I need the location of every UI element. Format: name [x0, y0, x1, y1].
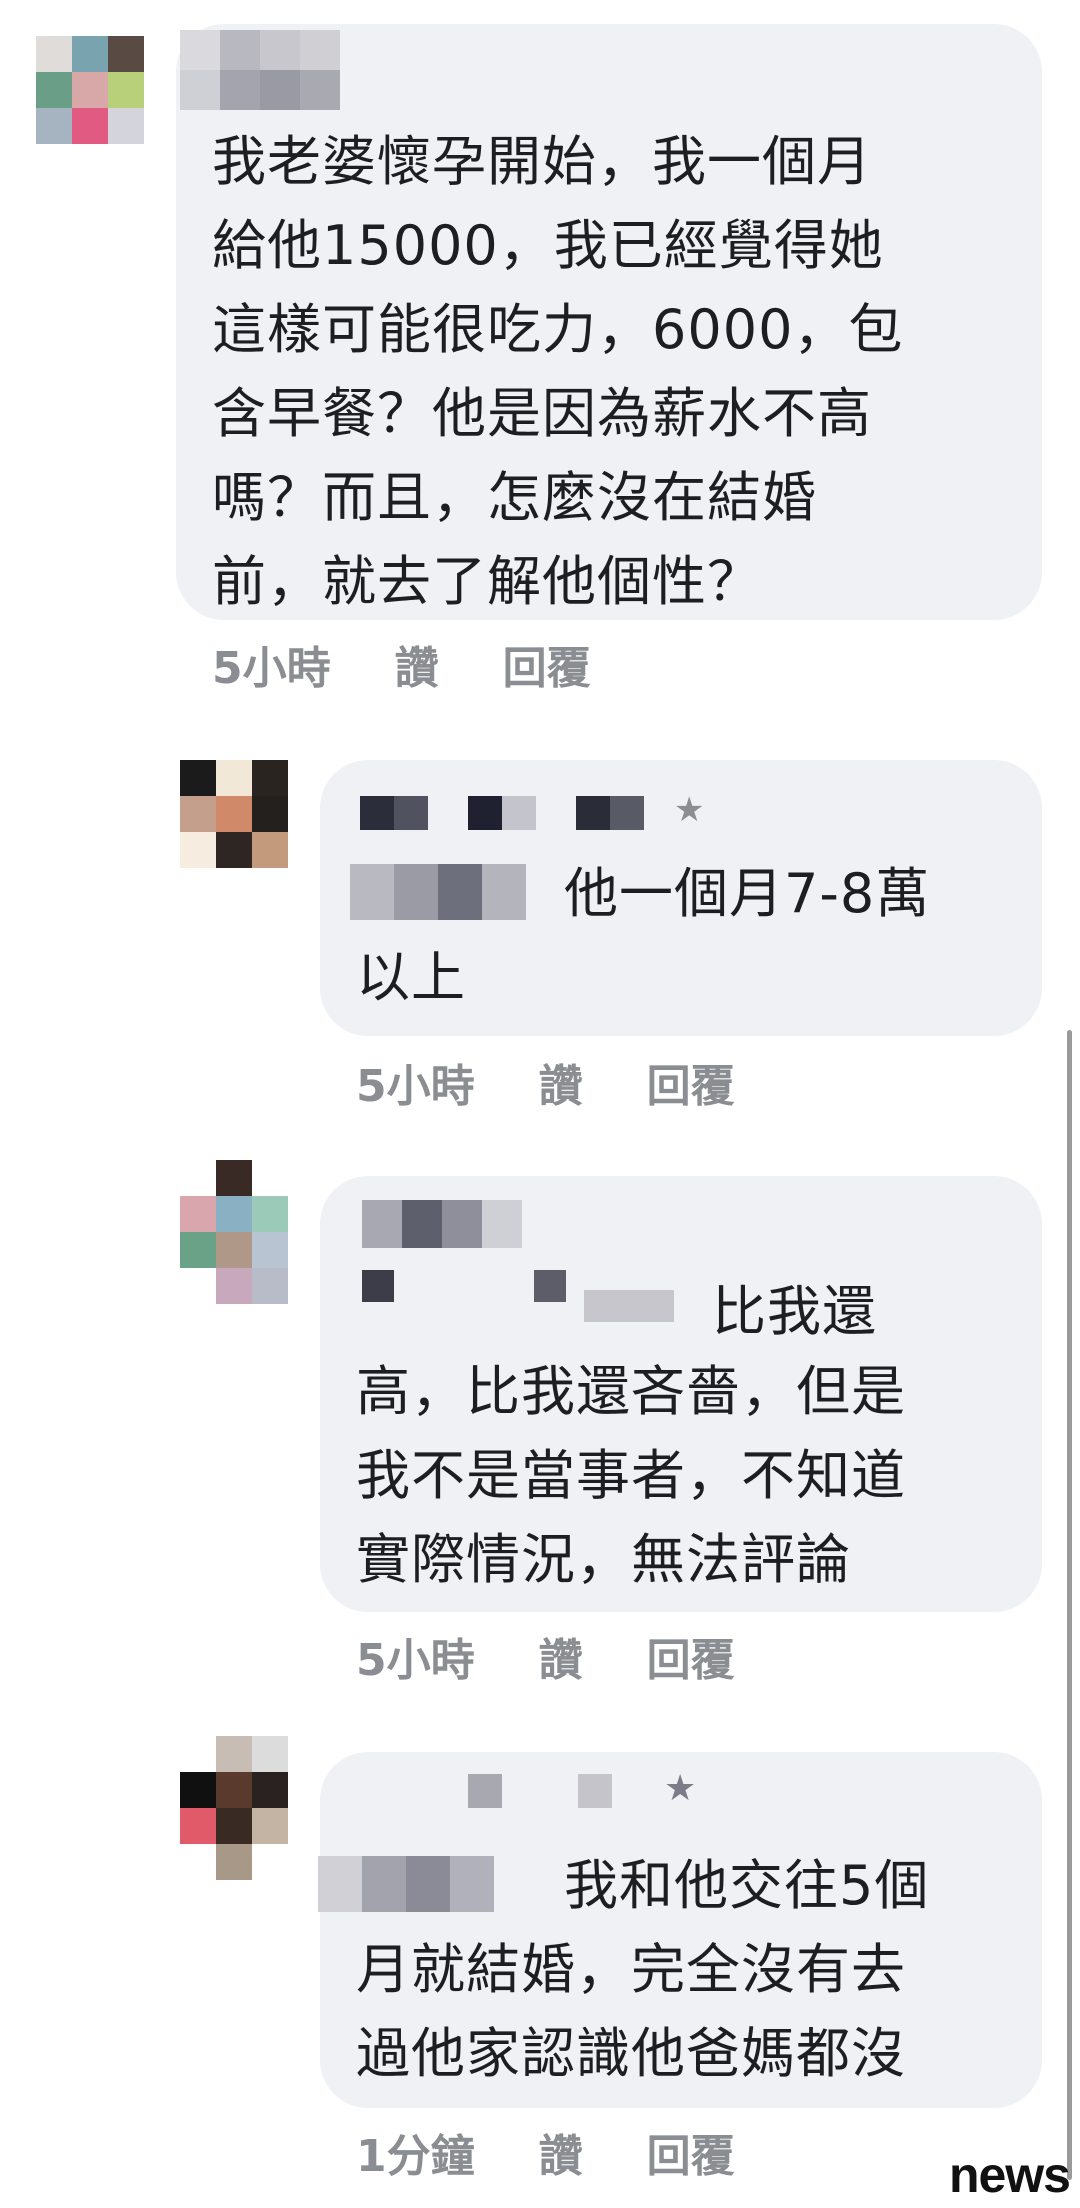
commenter-name-redacted[interactable]: [180, 30, 340, 70]
avatar[interactable]: [180, 1160, 288, 1268]
commenter-name-redacted: [362, 1270, 674, 1322]
commenter-name-redacted[interactable]: [360, 796, 644, 830]
comment-timestamp[interactable]: 5小時: [356, 1050, 475, 1114]
comment-timestamp[interactable]: 1分鐘: [356, 2120, 475, 2184]
commenter-name-redacted[interactable]: [468, 1774, 612, 1808]
watermark-logo: news: [948, 2147, 1071, 2203]
comment-text: 高，比我還吝嗇，但是 我不是當事者，不知道 實際情況，無法評論: [356, 1360, 906, 1591]
comment-text: 我老婆懷孕開始，我一個月 給他15000，我已經覺得她 這樣可能很吃力，6000…: [212, 130, 904, 613]
scrollbar[interactable]: [1067, 1030, 1072, 2180]
avatar[interactable]: [180, 760, 288, 868]
comment-text: 他一個月7-8萬 以上: [356, 862, 931, 1009]
commenter-name-redacted[interactable]: [362, 1200, 522, 1248]
reply-button[interactable]: 回覆: [647, 2120, 735, 2184]
star-icon: ★: [674, 790, 705, 830]
comment-actions: 5小時 讚 回覆: [356, 1050, 735, 1114]
avatar-extra-tile: [252, 1268, 288, 1304]
commenter-name-redacted: [180, 70, 340, 110]
comment-timestamp[interactable]: 5小時: [356, 1624, 475, 1688]
avatar[interactable]: [180, 1736, 288, 1844]
like-button[interactable]: 讚: [539, 1050, 583, 1114]
comment-text: 比我還: [712, 1280, 877, 1343]
comment-actions: 5小時 讚 回覆: [356, 1624, 735, 1688]
reply-button[interactable]: 回覆: [503, 632, 591, 696]
reply-button[interactable]: 回覆: [647, 1624, 735, 1688]
comment-actions: 5小時 讚 回覆: [212, 632, 591, 696]
avatar-extra-tile: [216, 1844, 252, 1880]
comment-timestamp[interactable]: 5小時: [212, 632, 331, 696]
star-icon: ★: [664, 1768, 697, 1809]
comment-actions: 1分鐘 讚 回覆: [356, 2120, 735, 2184]
like-button[interactable]: 讚: [539, 1624, 583, 1688]
avatar-extra-tile: [216, 1268, 252, 1304]
like-button[interactable]: 讚: [395, 632, 439, 696]
avatar[interactable]: [36, 36, 144, 144]
comment-text: 我和他交往5個 月就結婚，完全沒有去 過他家認識他爸媽都沒: [356, 1854, 930, 2085]
reply-button[interactable]: 回覆: [647, 1050, 735, 1114]
like-button[interactable]: 讚: [539, 2120, 583, 2184]
